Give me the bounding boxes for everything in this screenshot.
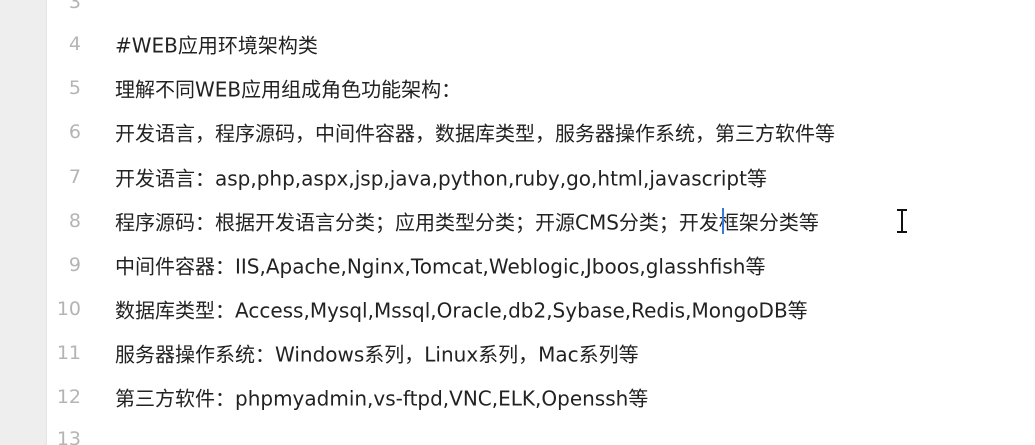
code-line[interactable]: 6 开发语言，程序源码，中间件容器，数据库类型，服务器操作系统，第三方软件等: [47, 110, 1035, 154]
line-text[interactable]: 第三方软件：phpmyadmin,vs-ftpd,VNC,ELK,Openssh…: [115, 383, 648, 412]
line-number: 3: [68, 0, 81, 13]
code-line[interactable]: 11 服务器操作系统：Windows系列，Linux系列，Mac系列等: [47, 331, 1035, 375]
line-number: 5: [68, 77, 81, 99]
code-line[interactable]: 3: [47, 0, 1035, 24]
line-number: 4: [68, 33, 81, 55]
line-number: 6: [68, 121, 81, 143]
code-line[interactable]: 8 程序源码：根据开发语言分类；应用类型分类；开源CMS分类；开发框架分类等: [47, 199, 1035, 243]
line-number: 10: [56, 298, 81, 320]
line-text[interactable]: 服务器操作系统：Windows系列，Linux系列，Mac系列等: [115, 339, 639, 368]
line-text[interactable]: 数据库类型：Access,Mysql,Mssql,Oracle,db2,Syba…: [115, 295, 808, 324]
code-line[interactable]: 10 数据库类型：Access,Mysql,Mssql,Oracle,db2,S…: [47, 287, 1035, 331]
line-number: 9: [68, 254, 81, 276]
code-line[interactable]: 5 理解不同WEB应用组成角色功能架构：: [47, 66, 1035, 110]
line-text[interactable]: 开发语言，程序源码，中间件容器，数据库类型，服务器操作系统，第三方软件等: [115, 118, 835, 147]
text-editor[interactable]: 3 4 #WEB应用环境架构类 5 理解不同WEB应用组成角色功能架构： 6 开…: [46, 0, 1035, 445]
line-number: 12: [56, 386, 81, 408]
code-line[interactable]: 7 开发语言：asp,php,aspx,jsp,java,python,ruby…: [47, 155, 1035, 199]
line-text[interactable]: #WEB应用环境架构类: [115, 30, 318, 59]
code-line[interactable]: 13: [47, 417, 1035, 445]
mouse-ibeam-icon: [897, 209, 907, 233]
code-line[interactable]: 12 第三方软件：phpmyadmin,vs-ftpd,VNC,ELK,Open…: [47, 375, 1035, 419]
code-line[interactable]: 4 #WEB应用环境架构类: [47, 22, 1035, 66]
line-text[interactable]: 中间件容器：IIS,Apache,Nginx,Tomcat,Weblogic,J…: [115, 251, 765, 280]
line-text[interactable]: 理解不同WEB应用组成角色功能架构：: [115, 74, 461, 103]
line-number: 13: [56, 428, 81, 445]
text-cursor: [722, 208, 724, 234]
code-line[interactable]: 9 中间件容器：IIS,Apache,Nginx,Tomcat,Weblogic…: [47, 243, 1035, 287]
line-number: 11: [56, 342, 81, 364]
line-text[interactable]: 开发语言：asp,php,aspx,jsp,java,python,ruby,g…: [115, 163, 767, 192]
line-text[interactable]: 程序源码：根据开发语言分类；应用类型分类；开源CMS分类；开发框架分类等: [115, 207, 819, 236]
line-number: 8: [68, 210, 81, 232]
line-number: 7: [68, 166, 81, 188]
